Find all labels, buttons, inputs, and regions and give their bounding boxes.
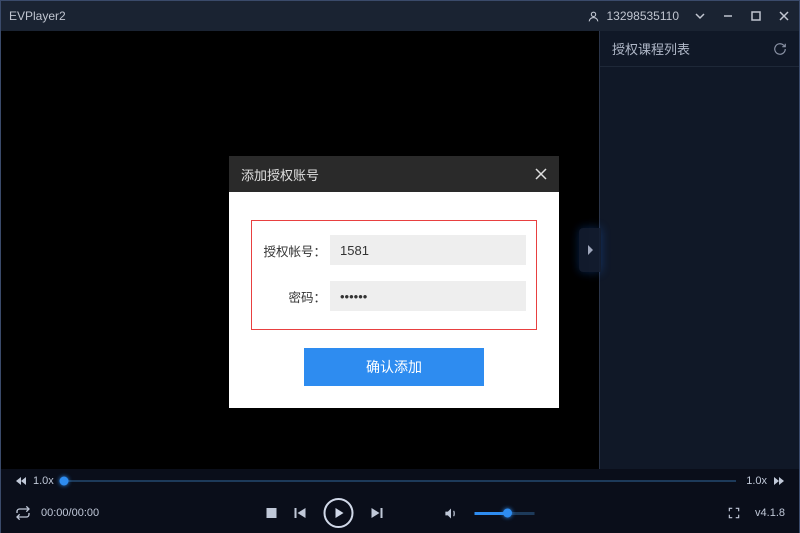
chevron-right-icon <box>586 244 594 256</box>
user-id: 13298535110 <box>606 9 679 23</box>
password-label: 密码： <box>262 287 330 306</box>
speed-value-left: 1.0x <box>33 475 54 487</box>
fullscreen-icon <box>727 506 741 520</box>
user-icon <box>587 10 600 23</box>
volume-icon <box>444 506 459 521</box>
modal-title: 添加授权账号 <box>241 165 319 184</box>
dropdown-button[interactable] <box>693 9 707 23</box>
maximize-icon <box>751 11 761 21</box>
side-collapse-button[interactable] <box>579 228 601 272</box>
play-button[interactable] <box>324 498 354 528</box>
add-auth-modal: 添加授权账号 授权帐号： 密码： 确认添加 <box>229 156 559 408</box>
time-display: 00:00/00:00 <box>41 507 99 519</box>
volume-slider[interactable] <box>475 512 535 515</box>
user-account[interactable]: 13298535110 <box>587 9 679 23</box>
account-label: 授权帐号： <box>262 241 330 260</box>
loop-icon <box>15 505 31 521</box>
side-panel-title: 授权课程列表 <box>612 39 690 58</box>
account-input[interactable] <box>330 235 526 265</box>
control-bar: 00:00/00:00 v4.1.8 <box>1 493 799 533</box>
next-button[interactable] <box>370 506 384 520</box>
speed-bar: 1.0x 1.0x <box>1 469 799 493</box>
speed-increase-button[interactable] <box>773 476 785 486</box>
maximize-button[interactable] <box>749 9 763 23</box>
app-title: EVPlayer2 <box>9 9 66 23</box>
close-icon <box>535 168 547 180</box>
confirm-add-button[interactable]: 确认添加 <box>304 348 484 386</box>
play-icon <box>333 507 345 519</box>
password-input[interactable] <box>330 281 526 311</box>
loop-button[interactable] <box>15 505 31 521</box>
fullscreen-button[interactable] <box>727 506 741 520</box>
chevron-down-icon <box>695 11 705 21</box>
close-button[interactable] <box>777 9 791 23</box>
speed-value-right: 1.0x <box>746 475 767 487</box>
stop-button[interactable] <box>266 507 278 519</box>
speed-slider[interactable] <box>64 480 736 482</box>
titlebar: EVPlayer2 13298535110 <box>1 1 799 31</box>
form-highlight-box: 授权帐号： 密码： <box>251 220 537 330</box>
refresh-button[interactable] <box>773 42 787 56</box>
modal-header: 添加授权账号 <box>229 156 559 192</box>
side-panel-header: 授权课程列表 <box>600 31 799 67</box>
version-label: v4.1.8 <box>755 507 785 519</box>
volume-button[interactable] <box>444 506 459 521</box>
speed-thumb[interactable] <box>59 477 68 486</box>
double-chevron-left-icon <box>15 476 27 486</box>
speed-decrease-button[interactable] <box>15 476 27 486</box>
side-panel: 授权课程列表 <box>599 31 799 469</box>
double-chevron-right-icon <box>773 476 785 486</box>
prev-button[interactable] <box>294 506 308 520</box>
close-icon <box>779 11 789 21</box>
skip-back-icon <box>294 506 308 520</box>
skip-forward-icon <box>370 506 384 520</box>
volume-thumb[interactable] <box>503 509 512 518</box>
minimize-icon <box>723 11 733 21</box>
refresh-icon <box>773 42 787 56</box>
modal-close-button[interactable] <box>535 168 547 180</box>
minimize-button[interactable] <box>721 9 735 23</box>
stop-icon <box>266 507 278 519</box>
